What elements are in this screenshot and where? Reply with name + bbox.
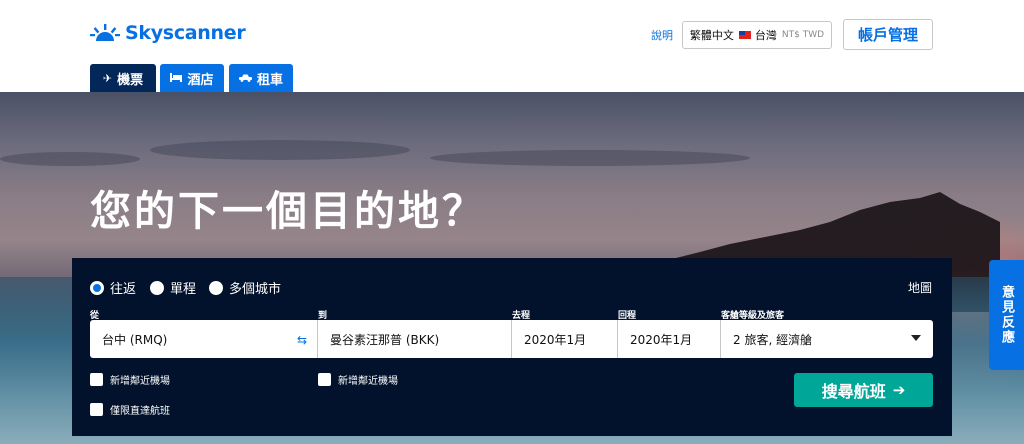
radio-one-way[interactable]	[150, 280, 164, 295]
tab-hotels[interactable]: 酒店	[160, 64, 224, 92]
arrow-right-icon: ➔	[892, 381, 906, 399]
search-flights-button[interactable]: 搜尋航班 ➔	[794, 373, 933, 407]
page: Skyscanner 說明 繁體中文 台灣 NT$ TWD 帳戶管理 ✈ 機票 …	[0, 0, 1024, 444]
taiwan-flag-icon	[738, 31, 751, 39]
to-input[interactable]: 曼谷素汪那普 (BKK)	[318, 320, 512, 358]
depart-value: 2020年1月	[524, 332, 587, 347]
car-icon	[238, 72, 252, 85]
checkbox-box[interactable]	[90, 373, 103, 386]
bed-icon	[170, 72, 183, 85]
checkbox-label: 新增鄰近機場	[338, 376, 398, 387]
language-label: 繁體中文	[689, 29, 734, 42]
sunrise-logo-icon	[90, 24, 120, 41]
radio-round-trip[interactable]	[90, 280, 104, 295]
swap-icon[interactable]: ⇆	[297, 333, 307, 347]
checkbox-label: 新增鄰近機場	[110, 376, 170, 387]
from-input[interactable]: 台中 (RMQ) ⇆	[90, 320, 318, 358]
checkbox-label: 僅限直達航班	[110, 406, 170, 417]
chevron-down-icon	[911, 335, 921, 341]
hero-cloud	[0, 152, 140, 166]
cabin-travellers-select[interactable]: 2 旅客, 經濟艙	[721, 320, 933, 358]
tab-flights[interactable]: ✈ 機票	[90, 64, 156, 92]
tab-hotels-label: 酒店	[187, 72, 214, 88]
trip-type-label: 往返	[110, 282, 137, 297]
tab-flights-label: 機票	[117, 72, 144, 88]
feedback-tab[interactable]: 意見反應	[989, 260, 1024, 370]
from-value: 台中 (RMQ)	[102, 332, 168, 347]
nearby-airports-to-checkbox[interactable]: 新增鄰近機場	[318, 372, 398, 387]
account-button[interactable]: 帳戶管理	[843, 19, 933, 50]
header: Skyscanner 說明 繁體中文 台灣 NT$ TWD 帳戶管理 ✈ 機票 …	[0, 0, 1024, 92]
currency-label: NT$ TWD	[781, 30, 825, 40]
return-value: 2020年1月	[630, 332, 693, 347]
country-label: 台灣	[754, 29, 777, 42]
hero-headline: 您的下一個目的地？	[90, 187, 486, 235]
hero-cloud	[150, 140, 410, 160]
radio-multi-city[interactable]	[209, 280, 223, 295]
tab-cars[interactable]: 租車	[229, 64, 293, 92]
trip-type-label: 單程	[170, 282, 197, 297]
plane-icon: ✈	[102, 71, 113, 85]
to-value: 曼谷素汪那普 (BKK)	[330, 332, 440, 347]
checkbox-box[interactable]	[90, 403, 103, 416]
trip-type-label: 多個城市	[229, 282, 282, 297]
return-date-input[interactable]: 2020年1月	[618, 320, 721, 358]
locale-button[interactable]: 繁體中文 台灣 NT$ TWD	[682, 21, 832, 49]
flight-search-panel: 往返 單程 多個城市 地圖 從 到 去程 回程 客艙等級及旅客 台中 (RMQ)…	[72, 258, 952, 436]
trip-type-multi-city[interactable]: 多個城市	[209, 278, 281, 297]
hero-cloud	[430, 150, 750, 166]
depart-date-input[interactable]: 2020年1月	[512, 320, 618, 358]
map-link[interactable]: 地圖	[908, 279, 932, 296]
logo-text: Skyscanner	[125, 22, 246, 44]
help-link[interactable]: 說明	[651, 27, 673, 43]
trip-type-one-way[interactable]: 單程	[150, 278, 196, 297]
trip-type-round-trip[interactable]: 往返	[90, 278, 136, 297]
direct-flights-checkbox[interactable]: 僅限直達航班	[90, 402, 170, 417]
skyscanner-logo[interactable]: Skyscanner	[90, 20, 246, 46]
search-button-label: 搜尋航班	[821, 382, 886, 401]
nearby-airports-from-checkbox[interactable]: 新增鄰近機場	[90, 372, 170, 387]
checkbox-box[interactable]	[318, 373, 331, 386]
tab-cars-label: 租車	[256, 72, 283, 88]
cabin-value: 2 旅客, 經濟艙	[733, 332, 813, 347]
